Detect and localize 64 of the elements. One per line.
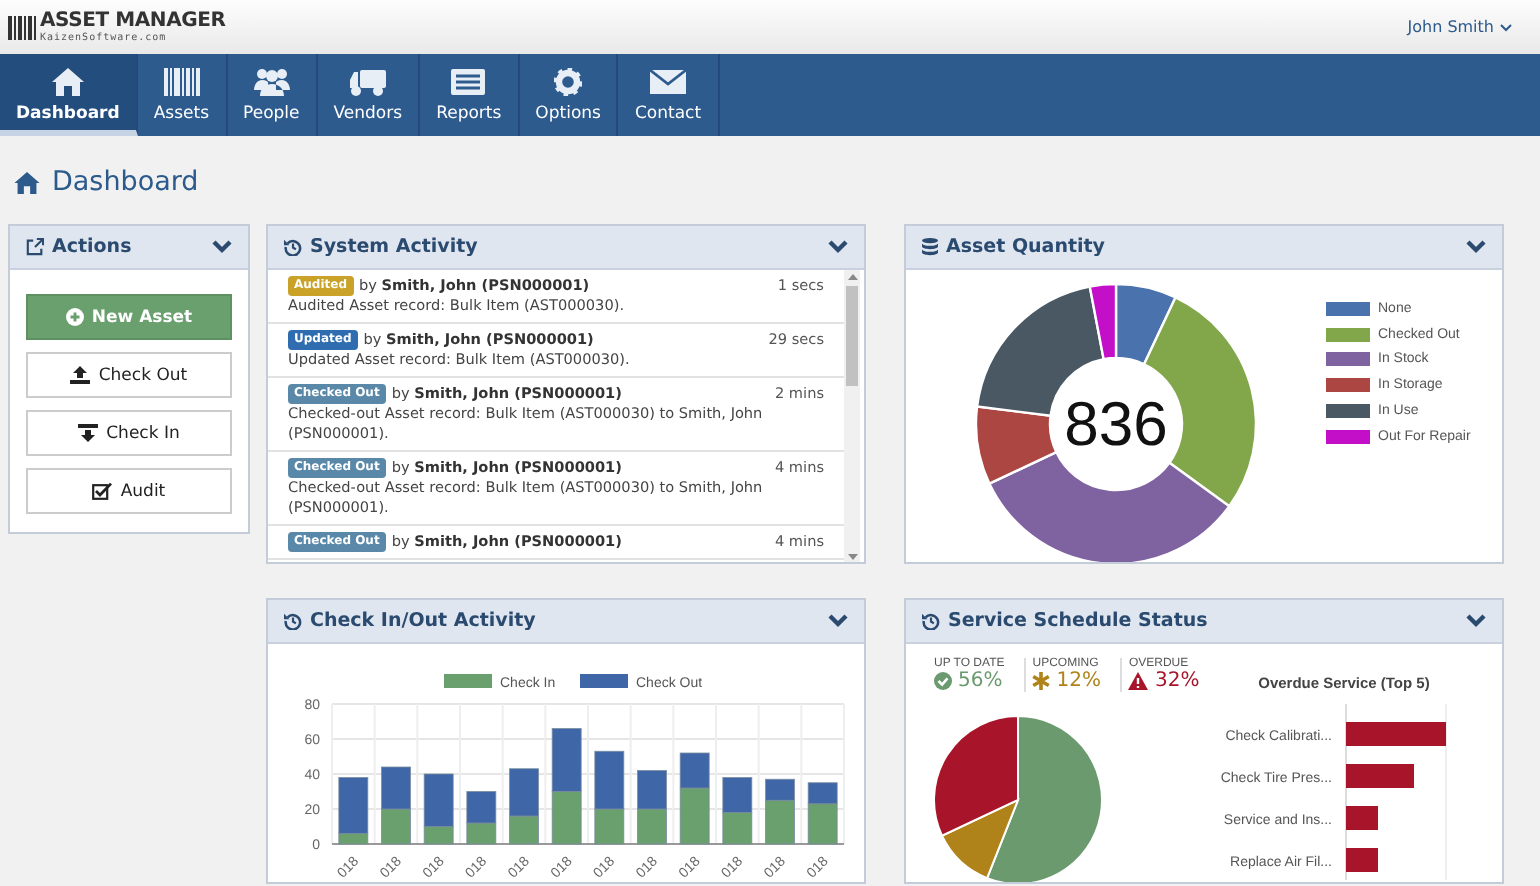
bar [637,808,667,845]
scroll-down-arrow-icon[interactable] [847,554,857,560]
home-icon [51,67,84,95]
bar [722,812,753,845]
page-title: Dashboard [52,166,199,198]
panel-title: Check In/Out Activity [310,610,536,632]
bar [637,770,667,810]
plus-circle-icon [65,308,84,326]
bar [551,728,582,792]
action-button[interactable]: Check Out [26,352,232,398]
user-menu[interactable]: John Smith [1407,18,1512,36]
bar [551,791,582,845]
history-icon [284,612,302,630]
envelope-icon [650,67,686,95]
truck-icon [349,67,386,95]
bar [381,808,411,845]
people-icon [253,67,290,95]
history-icon [284,238,302,256]
asterisk-icon [1032,672,1051,690]
upload-icon [70,366,91,384]
stat-value: 56% [958,670,1003,692]
action-button[interactable]: Audit [26,468,232,514]
nav-tab[interactable]: Assets [137,54,228,136]
stat-value: 12% [1056,670,1101,692]
scrollbar[interactable] [844,270,860,562]
nav-tab[interactable]: Contact [618,54,720,136]
nav-tab[interactable]: Dashboard [0,54,138,136]
nav-tab[interactable]: People [227,54,318,136]
list-icon [450,67,487,95]
bar [722,777,753,813]
download-icon [78,424,99,442]
database-icon [922,238,938,256]
panel-title: System Activity [310,236,478,258]
caret-icon [1500,23,1512,31]
bar [1346,764,1414,788]
chevron-down-icon[interactable] [828,614,848,628]
settings-icon [554,67,583,95]
stat-value: 32% [1154,670,1200,692]
barcode-icon [163,67,200,95]
bar [1346,806,1378,830]
panel-title: Service Schedule Status [948,610,1208,632]
chevron-down-icon[interactable] [212,240,232,254]
external-link-icon [26,238,44,256]
chevron-down-icon[interactable] [828,240,848,254]
action-button[interactable]: Check In [26,410,232,456]
barcode-logo-icon [8,15,36,39]
check-circle-icon [934,672,952,690]
nav-tab[interactable]: Vendors [317,54,421,136]
logo-title: ASSET MANAGER [40,11,226,31]
panel-title: Actions [52,236,132,258]
warning-icon [1128,672,1149,690]
bar [1346,722,1446,746]
nav-tab[interactable]: Options [519,54,619,136]
panel-title: Asset Quantity [946,236,1105,258]
history-icon [922,612,940,630]
total-count: 836 [1064,393,1168,455]
checkbox-icon [92,482,113,500]
nav-tab[interactable]: Reports [420,54,520,136]
home-icon [14,171,40,193]
chevron-down-icon[interactable] [1466,614,1486,628]
scroll-up-arrow-icon[interactable] [847,274,857,280]
chevron-down-icon[interactable] [1466,240,1486,254]
bar [1346,848,1378,872]
bar [381,766,411,810]
